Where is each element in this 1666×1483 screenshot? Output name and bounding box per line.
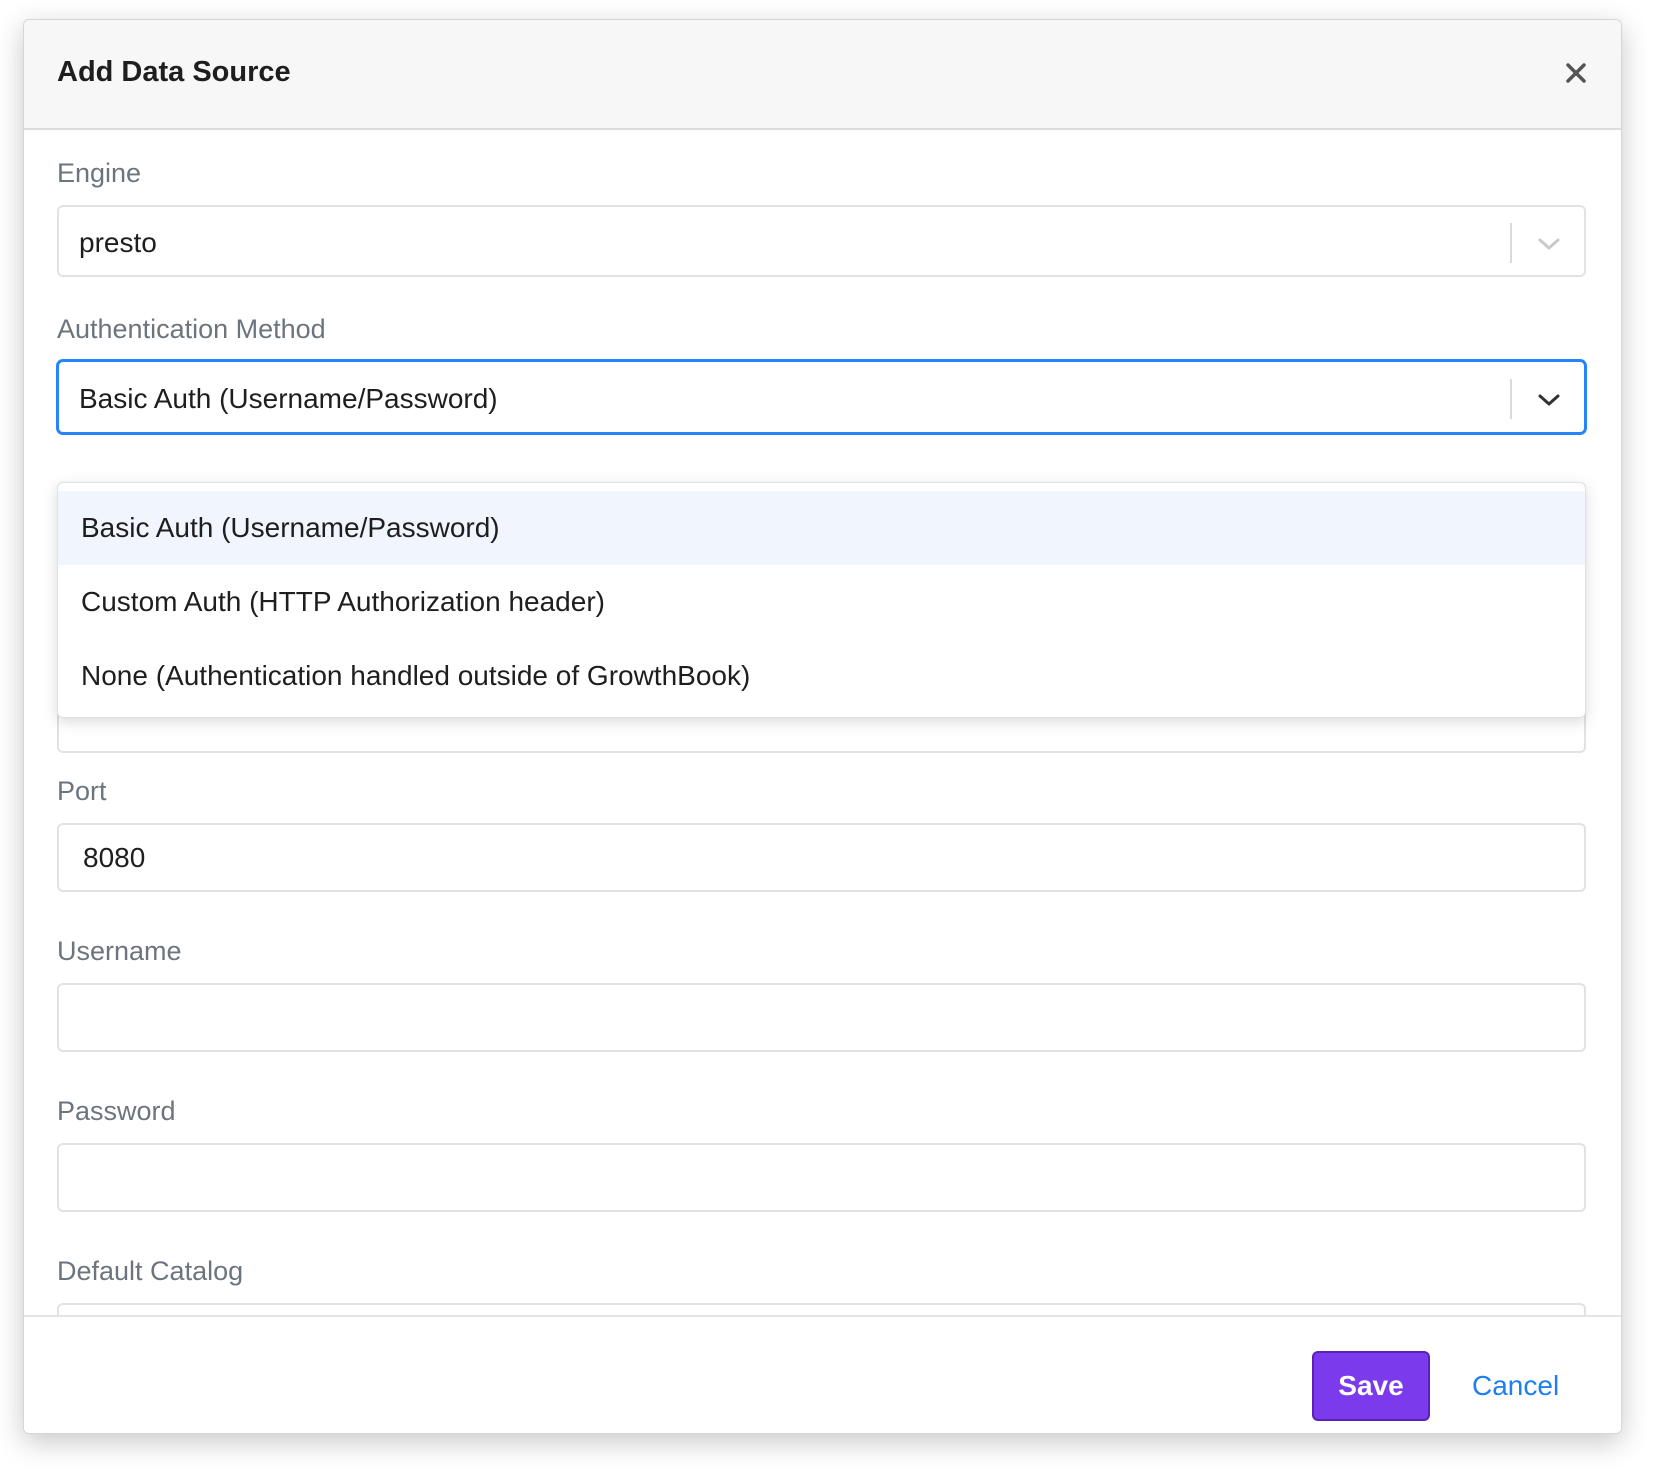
auth-option-none[interactable]: None (Authentication handled outside of …	[58, 639, 1585, 713]
auth-option-basic[interactable]: Basic Auth (Username/Password)	[58, 491, 1585, 565]
select-separator	[1510, 223, 1512, 263]
select-separator	[1510, 379, 1512, 419]
save-button[interactable]: Save	[1312, 1351, 1430, 1421]
default-catalog-input[interactable]	[57, 1303, 1586, 1315]
engine-select-value: presto	[79, 227, 157, 258]
close-icon[interactable]	[1561, 58, 1591, 88]
engine-label: Engine	[57, 158, 142, 188]
auth-method-select[interactable]: Basic Auth (Username/Password)	[57, 360, 1586, 434]
add-data-source-modal: Add Data Source Engine presto Authentica…	[23, 19, 1622, 1434]
auth-option-custom[interactable]: Custom Auth (HTTP Authorization header)	[58, 565, 1585, 639]
auth-method-dropdown-menu: Basic Auth (Username/Password) Custom Au…	[57, 482, 1586, 718]
cancel-link[interactable]: Cancel	[1472, 1370, 1559, 1402]
username-label: Username	[57, 936, 182, 966]
username-input[interactable]	[57, 983, 1586, 1052]
default-catalog-label: Default Catalog	[57, 1256, 244, 1286]
modal-body: Engine presto Authentication Method Basi…	[24, 130, 1621, 1315]
port-input[interactable]	[57, 823, 1586, 892]
chevron-down-icon[interactable]	[1536, 231, 1562, 257]
modal-footer: Save Cancel	[24, 1315, 1621, 1433]
port-label: Port	[57, 776, 107, 806]
chevron-down-icon[interactable]	[1536, 387, 1562, 413]
auth-method-label: Authentication Method	[57, 314, 326, 344]
password-label: Password	[57, 1096, 176, 1126]
modal-header: Add Data Source	[24, 20, 1621, 130]
auth-method-select-value: Basic Auth (Username/Password)	[79, 383, 498, 414]
password-input[interactable]	[57, 1143, 1586, 1212]
modal-title: Add Data Source	[57, 56, 291, 88]
engine-select[interactable]: presto	[57, 205, 1586, 277]
